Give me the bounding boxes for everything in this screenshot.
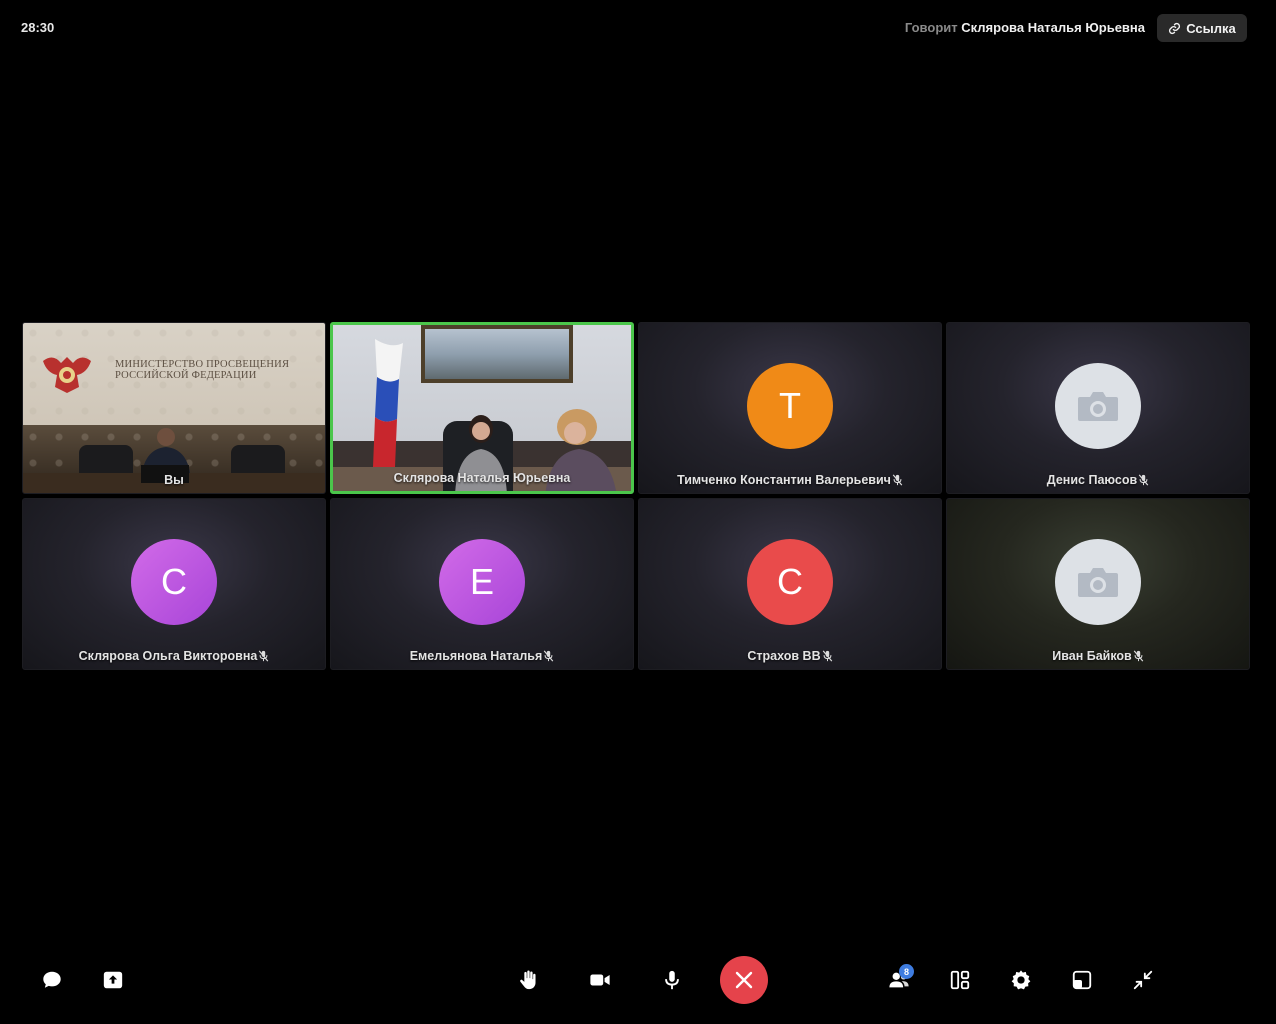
self-video: МИНИСТЕРСТВО ПРОСВЕЩЕНИЯ РОССИЙСКОЙ ФЕДЕР… xyxy=(23,323,325,493)
ministry-emblem-icon xyxy=(43,357,91,393)
participant-name: Денис Паюсов xyxy=(947,473,1249,487)
layout-icon xyxy=(950,970,970,990)
mic-muted-icon xyxy=(259,650,269,662)
exit-fullscreen-icon xyxy=(1133,970,1153,990)
pip-icon xyxy=(1072,970,1092,990)
participant-avatar xyxy=(1055,539,1141,625)
participant-name-text: Емельянова Наталья xyxy=(409,649,543,663)
active-speaker-indicator: Говорит Склярова Наталья Юрьевна xyxy=(905,20,1145,35)
participant-name: Иван Байков xyxy=(947,649,1249,663)
settings-icon xyxy=(1011,970,1031,990)
participant-name: Склярова Ольга Викторовна xyxy=(23,649,325,663)
speaker-video xyxy=(333,325,631,491)
participant-name: Вы xyxy=(23,473,325,487)
participant-name-text: Склярова Наталья Юрьевна xyxy=(393,471,571,485)
participant-name-text: Иван Байков xyxy=(1052,649,1132,663)
participant-tile[interactable]: Иван Байков xyxy=(946,498,1250,670)
participant-name-text: Страхов ВВ xyxy=(747,649,821,663)
participant-tile-active-speaker[interactable]: Склярова Наталья Юрьевна xyxy=(330,322,634,494)
camera-placeholder-icon xyxy=(1078,568,1118,597)
participant-name: Тимченко Константин Валерьевич xyxy=(639,473,941,487)
pip-button[interactable] xyxy=(1066,964,1098,996)
copy-link-label: Ссылка xyxy=(1186,20,1236,36)
raise-hand-button[interactable] xyxy=(512,964,544,996)
mic-muted-icon xyxy=(822,650,832,662)
participant-name-text: Склярова Ольга Викторовна xyxy=(78,649,258,663)
participant-tile[interactable]: С Склярова Ольга Викторовна xyxy=(22,498,326,670)
participant-tile[interactable]: Т Тимченко Константин Валерьевич xyxy=(638,322,942,494)
participant-name-text: Денис Паюсов xyxy=(1046,473,1138,487)
share-screen-icon xyxy=(103,971,123,989)
participant-tile[interactable]: Е Емельянова Наталья xyxy=(330,498,634,670)
participant-name: Емельянова Наталья xyxy=(331,649,633,663)
microphone-icon xyxy=(665,970,679,990)
participant-avatar xyxy=(1055,363,1141,449)
participants-grid: МИНИСТЕРСТВО ПРОСВЕЩЕНИЯ РОССИЙСКОЙ ФЕДЕР… xyxy=(22,322,1250,670)
participant-tile-self[interactable]: МИНИСТЕРСТВО ПРОСВЕЩЕНИЯ РОССИЙСКОЙ ФЕДЕР… xyxy=(22,322,326,494)
camera-button[interactable] xyxy=(584,964,616,996)
mic-muted-icon xyxy=(544,650,554,662)
participant-tile[interactable]: Денис Паюсов xyxy=(946,322,1250,494)
chat-icon xyxy=(43,971,61,988)
end-call-button[interactable] xyxy=(720,956,768,1004)
speaking-prefix: Говорит xyxy=(904,20,958,35)
participants-count-badge: 8 xyxy=(899,964,914,979)
camera-icon xyxy=(590,974,610,986)
participant-avatar: С xyxy=(131,539,217,625)
raise-hand-icon xyxy=(520,970,536,990)
participant-avatar: С xyxy=(747,539,833,625)
participant-name: Склярова Наталья Юрьевна xyxy=(333,471,631,485)
participant-name-text: Вы xyxy=(164,473,184,487)
microphone-button[interactable] xyxy=(656,964,688,996)
participant-name: Страхов ВВ xyxy=(639,649,941,663)
share-screen-button[interactable] xyxy=(97,964,129,996)
camera-placeholder-icon xyxy=(1078,392,1118,421)
settings-button[interactable] xyxy=(1005,964,1037,996)
end-call-icon xyxy=(735,971,753,989)
speaking-name: Склярова Наталья Юрьевна xyxy=(961,20,1145,35)
layout-button[interactable] xyxy=(944,964,976,996)
mic-muted-icon xyxy=(892,474,903,486)
participant-name-text: Тимченко Константин Валерьевич xyxy=(677,473,891,487)
participant-avatar: Т xyxy=(747,363,833,449)
mic-muted-icon xyxy=(1138,474,1149,486)
copy-link-button[interactable]: Ссылка xyxy=(1157,14,1247,42)
mic-muted-icon xyxy=(1133,650,1143,662)
participant-tile[interactable]: С Страхов ВВ xyxy=(638,498,942,670)
russian-flag-icon xyxy=(373,339,403,467)
link-icon xyxy=(1168,22,1181,35)
chat-button[interactable] xyxy=(36,964,68,996)
exit-fullscreen-button[interactable] xyxy=(1127,964,1159,996)
call-timer: 28:30 xyxy=(21,20,55,35)
participant-avatar: Е xyxy=(439,539,525,625)
ministry-sign: МИНИСТЕРСТВО ПРОСВЕЩЕНИЯ РОССИЙСКОЙ ФЕДЕР… xyxy=(115,359,290,381)
